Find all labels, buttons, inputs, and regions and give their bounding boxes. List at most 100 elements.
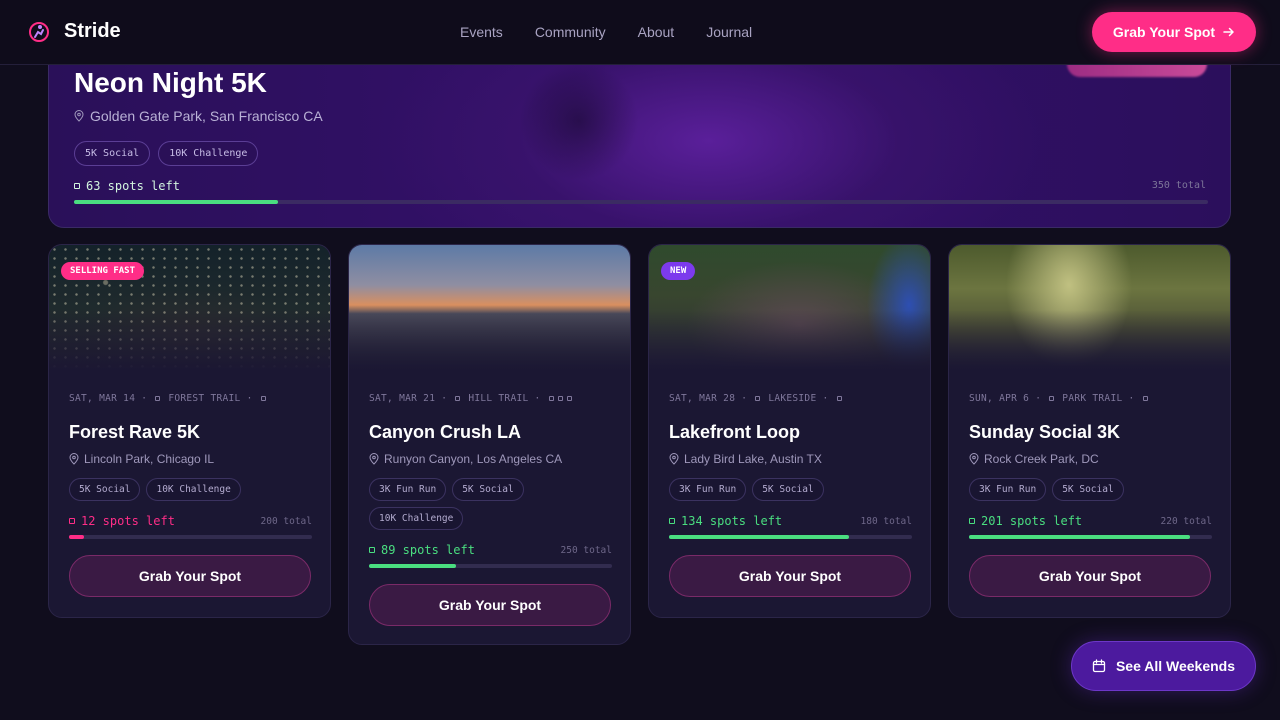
spots-total: 180 total (860, 515, 912, 527)
capacity-bar (69, 535, 312, 539)
capacity-bar (369, 564, 612, 568)
event-card[interactable]: SELLING FAST SAT, MAR 14 · FOREST TRAIL … (48, 244, 331, 618)
top-navbar: Stride Events Community About Journal Gr… (0, 0, 1280, 65)
event-date: SAT, MAR 14 (69, 393, 136, 404)
grab-spot-button[interactable]: Grab Your Spot (969, 555, 1211, 597)
event-title[interactable]: Lakefront Loop (669, 422, 912, 443)
location-pin-icon (74, 110, 84, 122)
main-nav: Events Community About Journal (460, 24, 752, 40)
terrain-icon (455, 396, 461, 401)
spots-icon (69, 518, 75, 524)
capacity-bar (669, 535, 912, 539)
spots-icon (369, 547, 375, 553)
distance-tag[interactable]: 5K Social (752, 478, 824, 501)
location-pin-icon (369, 453, 379, 465)
selling-fast-badge: SELLING FAST (61, 262, 145, 280)
event-title[interactable]: Sunday Social 3K (969, 422, 1212, 443)
spots-total: 220 total (1160, 515, 1212, 527)
spots-total: 250 total (560, 544, 612, 556)
spots-left: 201 spots left (969, 514, 1082, 528)
hero-background-image (519, 61, 639, 181)
event-location: Lady Bird Lake, Austin TX (669, 452, 912, 466)
location-pin-icon (669, 453, 679, 465)
featured-spots-total: 350 total (1151, 180, 1206, 191)
calendar-icon (1092, 659, 1106, 673)
grab-spot-button[interactable]: Grab Your Spot (69, 555, 311, 597)
event-card[interactable]: SUN, APR 6 · PARK TRAIL · Sunday Social … (948, 244, 1231, 618)
spots-left: 12 spots left (69, 514, 175, 528)
distance-tag[interactable]: 10K Challenge (146, 478, 241, 501)
event-meta: SUN, APR 6 · PARK TRAIL · (969, 393, 1212, 407)
distance-tag[interactable]: 5K Social (452, 478, 524, 501)
featured-spots-left: 63 spots left (74, 179, 180, 193)
difficulty-icons (259, 393, 268, 404)
spots-left-text: 201 spots left (981, 514, 1083, 528)
grab-spot-button[interactable]: Grab Your Spot (369, 584, 611, 626)
nav-grab-spot-button[interactable]: Grab Your Spot (1092, 12, 1256, 52)
event-meta: SAT, MAR 14 · FOREST TRAIL · (69, 393, 312, 407)
event-photo (949, 245, 1230, 370)
capacity-fill (69, 535, 84, 539)
distance-tag[interactable]: 5K Social (69, 478, 141, 501)
capacity-fill (969, 535, 1191, 539)
featured-capacity-bar (74, 200, 1208, 204)
capacity-bar (969, 535, 1212, 539)
brand[interactable]: Stride (28, 20, 121, 43)
nav-link-community[interactable]: Community (535, 24, 606, 40)
event-date: SAT, MAR 21 (369, 393, 436, 404)
difficulty-icons (1141, 393, 1150, 404)
distance-tag[interactable]: 10K Challenge (158, 141, 259, 166)
event-terrain: LAKESIDE (768, 393, 817, 404)
distance-tag[interactable]: 3K Fun Run (969, 478, 1047, 501)
nav-link-about[interactable]: About (638, 24, 675, 40)
event-date: SUN, APR 6 (969, 393, 1030, 404)
distance-tag[interactable]: 3K Fun Run (669, 478, 747, 501)
event-location: Lincoln Park, Chicago IL (69, 452, 312, 466)
location-pin-icon (69, 453, 79, 465)
distance-tag[interactable]: 10K Challenge (369, 507, 464, 530)
location-pin-icon (969, 453, 979, 465)
event-title[interactable]: Canyon Crush LA (369, 422, 612, 443)
capacity-fill (669, 535, 849, 539)
featured-event-location: Golden Gate Park, San Francisco CA (74, 108, 323, 124)
terrain-icon (1049, 396, 1055, 401)
event-terrain: HILL TRAIL (468, 393, 529, 404)
distance-tag[interactable]: 5K Social (74, 141, 151, 166)
event-meta: SAT, MAR 21 · HILL TRAIL · (369, 393, 612, 407)
difficulty-icon (548, 396, 554, 401)
event-meta: SAT, MAR 28 · LAKESIDE · (669, 393, 912, 407)
difficulty-icons (547, 393, 574, 404)
event-tags: 5K Social 10K Challenge (69, 478, 312, 501)
grab-spot-button[interactable]: Grab Your Spot (669, 555, 911, 597)
distance-tag[interactable]: 3K Fun Run (369, 478, 447, 501)
terrain-icon (755, 396, 761, 401)
event-card[interactable]: NEW SAT, MAR 28 · LAKESIDE · Lakefront L… (648, 244, 931, 618)
difficulty-icon (260, 396, 266, 401)
distance-tag[interactable]: 5K Social (1052, 478, 1124, 501)
event-terrain: FOREST TRAIL (168, 393, 241, 404)
nav-link-events[interactable]: Events (460, 24, 503, 40)
see-all-label: See All Weekends (1115, 658, 1236, 674)
arrow-right-icon (1223, 27, 1234, 37)
event-terrain: PARK TRAIL (1062, 393, 1123, 404)
event-tags: 3K Fun Run 5K Social 10K Challenge (369, 478, 612, 530)
featured-capacity-fill (74, 200, 279, 204)
difficulty-icon (566, 396, 572, 401)
spots-icon (669, 518, 675, 524)
event-tags: 3K Fun Run 5K Social (969, 478, 1212, 501)
capacity-fill (369, 564, 457, 568)
featured-spots-left-text: 63 spots left (86, 179, 180, 193)
spots-left-text: 89 spots left (381, 543, 475, 557)
event-tags: 3K Fun Run 5K Social (669, 478, 912, 501)
event-location-text: Lincoln Park, Chicago IL (84, 452, 215, 466)
event-title[interactable]: Forest Rave 5K (69, 422, 312, 443)
nav-link-journal[interactable]: Journal (706, 24, 752, 40)
featured-event-location-text: Golden Gate Park, San Francisco CA (90, 108, 323, 124)
event-date: SAT, MAR 28 (669, 393, 736, 404)
spots-left-text: 12 spots left (81, 514, 175, 528)
spots-icon (74, 183, 80, 189)
event-card[interactable]: SAT, MAR 21 · HILL TRAIL · Canyon Crush … (348, 244, 631, 645)
see-all-weekends-button[interactable]: See All Weekends (1071, 641, 1256, 691)
event-location-text: Rock Creek Park, DC (984, 452, 1099, 466)
event-location: Rock Creek Park, DC (969, 452, 1212, 466)
